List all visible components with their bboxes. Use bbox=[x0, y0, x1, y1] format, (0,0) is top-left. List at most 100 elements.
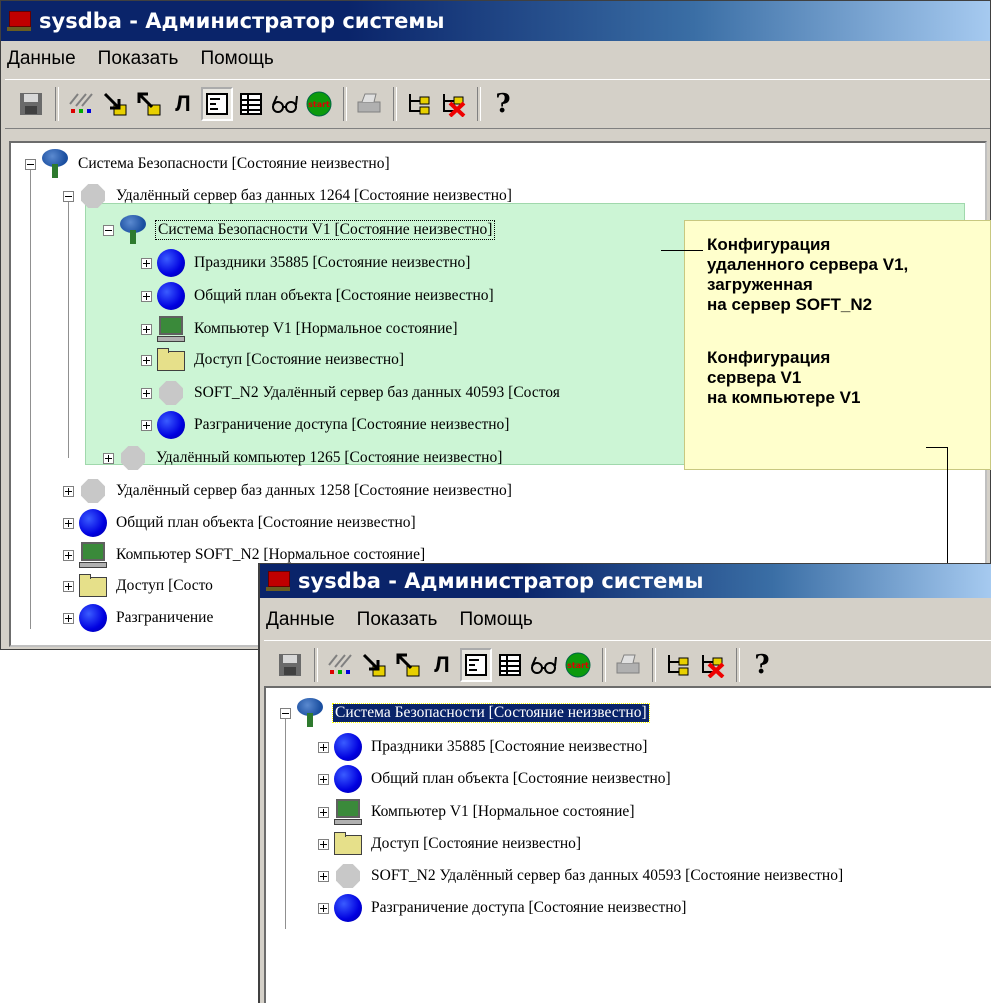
app-icon bbox=[7, 9, 33, 33]
window-title: sysdba - Администратор системы bbox=[39, 9, 445, 33]
tree-node[interactable]: Общий план объекта [Состояние неизвестно… bbox=[141, 281, 494, 311]
tree-node[interactable]: Общий план объекта [Состояние неизвестно… bbox=[63, 508, 416, 538]
tree-node[interactable]: Удалённый компьютер 1265 [Состояние неиз… bbox=[103, 443, 502, 473]
form-icon[interactable] bbox=[460, 648, 492, 682]
computer-icon bbox=[333, 797, 363, 827]
expand-icon[interactable] bbox=[63, 517, 74, 529]
computer-icon bbox=[156, 314, 186, 344]
table-icon[interactable] bbox=[235, 87, 267, 121]
toolbar-separator bbox=[477, 87, 481, 121]
blue-circle-icon bbox=[333, 764, 363, 794]
menu-bar: Данные Показать Помощь bbox=[260, 602, 991, 638]
server-icon bbox=[78, 181, 108, 211]
tree-node[interactable]: Система Безопасности V1 [Состояние неизв… bbox=[103, 215, 496, 245]
tree-node[interactable]: Праздники 35885 [Состояние неизвестно] bbox=[141, 248, 470, 278]
collapse-icon[interactable] bbox=[280, 707, 291, 719]
arrow-down-right-icon[interactable] bbox=[358, 648, 390, 682]
tree-node[interactable]: Компьютер V1 [Нормальное состояние] bbox=[141, 314, 457, 344]
arrow-up-left-icon[interactable] bbox=[392, 648, 424, 682]
help-icon[interactable]: ? bbox=[746, 648, 778, 682]
expand-icon[interactable] bbox=[63, 485, 74, 497]
expand-icon[interactable] bbox=[318, 902, 329, 914]
tree-node[interactable]: Система Безопасности [Состояние неизвест… bbox=[25, 149, 390, 179]
arrow-up-left-icon[interactable] bbox=[133, 87, 165, 121]
tree-node[interactable]: Компьютер V1 [Нормальное состояние] bbox=[318, 797, 634, 827]
tree-node[interactable]: SOFT_N2 Удалённый сервер баз данных 4059… bbox=[141, 378, 560, 408]
pi-icon[interactable]: Л bbox=[426, 648, 458, 682]
hatch-icon[interactable] bbox=[65, 87, 97, 121]
tree-node[interactable]: Удалённый сервер баз данных 1258 [Состоя… bbox=[63, 476, 512, 506]
tree-icon bbox=[118, 215, 148, 245]
network-add-icon[interactable] bbox=[662, 648, 694, 682]
menu-show[interactable]: Показать bbox=[98, 48, 179, 70]
collapse-icon[interactable] bbox=[25, 158, 36, 170]
print-icon[interactable] bbox=[353, 87, 385, 121]
hatch-icon[interactable] bbox=[324, 648, 356, 682]
glasses-icon[interactable] bbox=[528, 648, 560, 682]
folder-icon bbox=[78, 571, 108, 601]
collapse-icon[interactable] bbox=[63, 190, 74, 202]
server-icon bbox=[78, 476, 108, 506]
expand-icon[interactable] bbox=[318, 838, 329, 850]
toolbar-separator bbox=[314, 648, 318, 682]
expand-icon[interactable] bbox=[63, 612, 74, 624]
arrow-down-right-icon[interactable] bbox=[99, 87, 131, 121]
computer-icon bbox=[78, 540, 108, 570]
connector-line bbox=[661, 250, 703, 251]
tree-node[interactable]: Доступ [Состояние неизвестно] bbox=[141, 345, 404, 375]
expand-icon[interactable] bbox=[103, 452, 114, 464]
toolbar-separator bbox=[343, 87, 347, 121]
start-icon[interactable]: start bbox=[303, 87, 335, 121]
tree-node[interactable]: Разграничение доступа [Состояние неизвес… bbox=[318, 893, 686, 923]
tree-node[interactable]: Удалённый сервер баз данных 1264 [Состоя… bbox=[63, 181, 512, 211]
title-bar[interactable]: sysdba - Администратор системы bbox=[1, 1, 990, 41]
tree-node[interactable]: Доступ [Состо bbox=[63, 571, 213, 601]
expand-icon[interactable] bbox=[141, 290, 152, 302]
pi-icon[interactable]: Л bbox=[167, 87, 199, 121]
window-title: sysdba - Администратор системы bbox=[298, 569, 704, 593]
save-icon[interactable] bbox=[274, 648, 306, 682]
network-delete-icon[interactable] bbox=[696, 648, 728, 682]
tree-panel[interactable]: Система Безопасности [Состояние неизвест… bbox=[264, 686, 991, 1003]
menu-data[interactable]: Данные bbox=[7, 48, 76, 70]
menu-data[interactable]: Данные bbox=[266, 609, 335, 631]
network-delete-icon[interactable] bbox=[437, 87, 469, 121]
toolbar-separator bbox=[652, 648, 656, 682]
server-icon bbox=[156, 378, 186, 408]
expand-icon[interactable] bbox=[63, 580, 74, 592]
table-icon[interactable] bbox=[494, 648, 526, 682]
menu-help[interactable]: Помощь bbox=[200, 48, 273, 70]
tree-icon bbox=[295, 698, 325, 728]
tree-node[interactable]: Общий план объекта [Состояние неизвестно… bbox=[318, 764, 671, 794]
blue-circle-icon bbox=[333, 893, 363, 923]
network-add-icon[interactable] bbox=[403, 87, 435, 121]
menu-show[interactable]: Показать bbox=[357, 609, 438, 631]
expand-icon[interactable] bbox=[141, 323, 152, 335]
expand-icon[interactable] bbox=[63, 549, 74, 561]
start-icon[interactable]: start bbox=[562, 648, 594, 682]
glasses-icon[interactable] bbox=[269, 87, 301, 121]
help-icon[interactable]: ? bbox=[487, 87, 519, 121]
expand-icon[interactable] bbox=[318, 806, 329, 818]
expand-icon[interactable] bbox=[318, 773, 329, 785]
tree-node[interactable]: Разграничение bbox=[63, 603, 213, 633]
expand-icon[interactable] bbox=[318, 741, 329, 753]
expand-icon[interactable] bbox=[141, 419, 152, 431]
print-icon[interactable] bbox=[612, 648, 644, 682]
tree-node[interactable]: Доступ [Состояние неизвестно] bbox=[318, 829, 581, 859]
title-bar[interactable]: sysdba - Администратор системы bbox=[260, 564, 991, 598]
blue-circle-icon bbox=[78, 603, 108, 633]
menu-help[interactable]: Помощь bbox=[459, 609, 532, 631]
expand-icon[interactable] bbox=[141, 257, 152, 269]
tree-node[interactable]: Праздники 35885 [Состояние неизвестно] bbox=[318, 732, 647, 762]
form-icon[interactable] bbox=[201, 87, 233, 121]
tree-node[interactable]: Система Безопасности [Состояние неизвест… bbox=[280, 698, 650, 728]
expand-icon[interactable] bbox=[141, 387, 152, 399]
save-icon[interactable] bbox=[15, 87, 47, 121]
tree-node[interactable]: Разграничение доступа [Состояние неизвес… bbox=[141, 410, 509, 440]
expand-icon[interactable] bbox=[318, 870, 329, 882]
collapse-icon[interactable] bbox=[103, 224, 114, 236]
expand-icon[interactable] bbox=[141, 354, 152, 366]
tree-node[interactable]: SOFT_N2 Удалённый сервер баз данных 4059… bbox=[318, 861, 843, 891]
svg-text:start: start bbox=[567, 661, 589, 670]
